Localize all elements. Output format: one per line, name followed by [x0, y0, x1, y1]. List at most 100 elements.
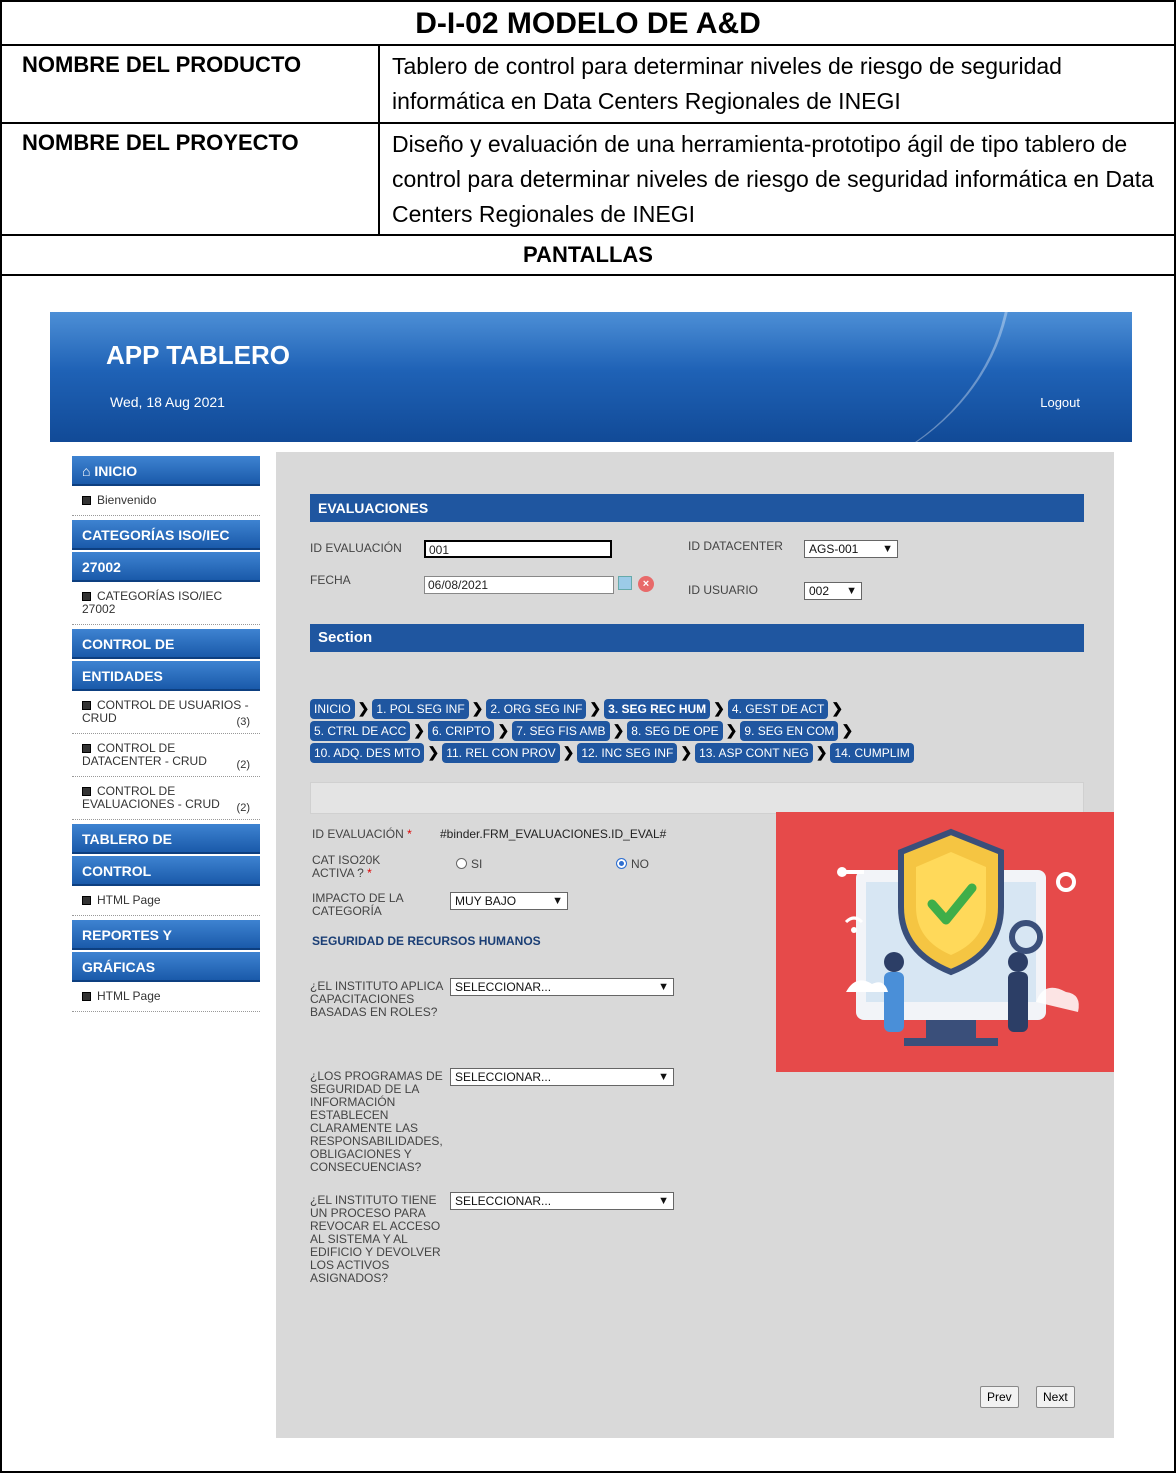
- bullet-icon: [82, 701, 91, 710]
- question-3-select[interactable]: SELECCIONAR... ▼: [450, 1192, 674, 1210]
- arrow-icon: ❯: [357, 700, 370, 716]
- bullet-icon: [82, 744, 91, 753]
- impacto-label: IMPACTO DE LA CATEGORÍA: [312, 891, 403, 918]
- bullet-icon: [82, 992, 91, 1001]
- sidebar-item-bienvenido[interactable]: Bienvenido: [72, 486, 260, 516]
- sidebar-item-datacenter[interactable]: CONTROL DE DATACENTER - CRUD (2): [72, 734, 260, 777]
- sidebar-item-label: CATEGORÍAS ISO/IEC 27002: [82, 589, 223, 616]
- arrow-icon: ❯: [497, 722, 510, 738]
- tab-inicio[interactable]: INICIO: [310, 699, 355, 719]
- bullet-icon: [82, 496, 91, 505]
- header-swoosh: [752, 312, 1012, 442]
- sidebar-head-inicio[interactable]: ⌂ INICIO: [72, 456, 260, 486]
- empty-message-bar: [310, 782, 1084, 814]
- chevron-down-icon: ▼: [846, 585, 857, 597]
- radio-checked-icon: [616, 858, 627, 869]
- question-2-select[interactable]: SELECCIONAR... ▼: [450, 1068, 674, 1086]
- sidebar-head-control-2[interactable]: ENTIDADES: [72, 661, 260, 691]
- tab-12[interactable]: 12. INC SEG INF: [577, 743, 678, 763]
- app-date: Wed, 18 Aug 2021: [110, 394, 225, 410]
- select-value: SELECCIONAR...: [455, 1070, 552, 1084]
- logout-link[interactable]: Logout: [1040, 395, 1080, 410]
- tab-6[interactable]: 6. CRIPTO: [427, 721, 495, 741]
- sidebar-head-tablero-2[interactable]: CONTROL: [72, 856, 260, 886]
- count-badge: (2): [236, 759, 250, 771]
- sidebar-item-usuarios[interactable]: CONTROL DE USUARIOS - CRUD (3): [72, 691, 260, 734]
- sidebar-head-tablero[interactable]: TABLERO DE: [72, 824, 260, 854]
- tab-5[interactable]: 5. CTRL DE ACC: [310, 721, 411, 741]
- project-key: NOMBRE DEL PROYECTO: [2, 124, 380, 234]
- radio-label: NO: [631, 857, 649, 871]
- screens-heading: PANTALLAS: [2, 236, 1174, 276]
- sidebar-head-label: INICIO: [94, 463, 138, 479]
- sidebar-item-label: HTML Page: [97, 893, 161, 907]
- sidebar-head-categorias-2[interactable]: 27002: [72, 552, 260, 582]
- arrow-icon: ❯: [413, 722, 425, 738]
- tab-3[interactable]: 3. SEG REC HUM: [604, 699, 711, 719]
- arrow-icon: ❯: [815, 744, 828, 760]
- product-key: NOMBRE DEL PRODUCTO: [2, 46, 380, 122]
- prev-button[interactable]: Prev: [980, 1386, 1019, 1408]
- sidebar-item-label: CONTROL DE EVALUACIONES - CRUD: [82, 784, 220, 811]
- arrow-icon: ❯: [680, 744, 693, 760]
- tab-13[interactable]: 13. ASP CONT NEG: [695, 743, 813, 763]
- app-title: APP TABLERO: [106, 340, 290, 370]
- arrow-icon: ❯: [713, 700, 725, 716]
- id-datacenter-label: ID DATACENTER: [688, 539, 783, 553]
- id-datacenter-select[interactable]: AGS-001 ▼: [804, 540, 898, 558]
- id-eval-label: ID EVALUACIÓN: [310, 541, 402, 555]
- id-eval2-value: #binder.FRM_EVALUACIONES.ID_EVAL#: [440, 827, 667, 841]
- chevron-down-icon: ▼: [552, 895, 563, 907]
- tab-4[interactable]: 4. GEST DE ACT: [727, 699, 829, 719]
- question-2-label: ¿LOS PROGRAMAS DE SEGURIDAD DE LA INFORM…: [310, 1069, 443, 1174]
- fecha-input[interactable]: 06/08/2021: [424, 576, 614, 594]
- question-3-label: ¿EL INSTITUTO TIENE UN PROCESO PARA REVO…: [310, 1193, 441, 1285]
- tab-7[interactable]: 7. SEG FIS AMB: [512, 721, 610, 741]
- arrow-icon: ❯: [589, 700, 602, 716]
- select-value: MUY BAJO: [455, 894, 517, 908]
- category-tabs: INICIO ❯ 1. POL SEG INF ❯ 2. ORG SEG INF ❯ 3. …: [310, 698, 1100, 764]
- tab-11[interactable]: 11. REL CON PROV: [442, 743, 560, 763]
- chevron-down-icon: ▼: [658, 1071, 669, 1083]
- select-value: AGS-001: [809, 542, 859, 556]
- bullet-icon: [82, 592, 91, 601]
- app-screenshot: APP TABLERO Wed, 18 Aug 2021 Logout ⌂ IN…: [50, 312, 1132, 1438]
- next-button[interactable]: Next: [1036, 1386, 1075, 1408]
- sidebar-head-reportes-2[interactable]: GRÁFICAS: [72, 952, 260, 982]
- tab-14[interactable]: 14. CUMPLIM: [830, 743, 914, 763]
- select-value: SELECCIONAR...: [455, 1194, 552, 1208]
- document-title: D-I-02 MODELO DE A&D: [2, 2, 1174, 46]
- calendar-icon[interactable]: [618, 576, 632, 590]
- section-title-section: Section: [310, 624, 1084, 652]
- fecha-label: FECHA: [310, 573, 351, 587]
- arrow-icon: ❯: [562, 744, 575, 760]
- tab-8[interactable]: 8. SEG DE OPE: [627, 721, 723, 741]
- tab-2[interactable]: 2. ORG SEG INF: [486, 699, 587, 719]
- project-row: NOMBRE DEL PROYECTO Diseño y evaluación …: [2, 124, 1174, 236]
- tab-9[interactable]: 9. SEG EN COM: [740, 721, 839, 741]
- sidebar-item-categorias[interactable]: CATEGORÍAS ISO/IEC 27002: [72, 582, 260, 625]
- tab-1[interactable]: 1. POL SEG INF: [372, 699, 469, 719]
- sidebar-item-evaluaciones[interactable]: CONTROL DE EVALUACIONES - CRUD (2): [72, 777, 260, 820]
- sidebar-head-control[interactable]: CONTROL DE: [72, 629, 260, 659]
- question-1-select[interactable]: SELECCIONAR... ▼: [450, 978, 674, 996]
- id-eval-input[interactable]: 001: [424, 540, 612, 558]
- radio-no[interactable]: NO: [616, 858, 649, 871]
- radio-icon: [456, 858, 467, 869]
- impacto-select[interactable]: MUY BAJO ▼: [450, 892, 568, 910]
- clear-icon[interactable]: ×: [638, 576, 654, 592]
- radio-si[interactable]: SI: [456, 858, 482, 871]
- section-title-evaluaciones: EVALUACIONES: [310, 494, 1084, 522]
- sidebar-item-reportes-page[interactable]: HTML Page: [72, 982, 260, 1012]
- chevron-down-icon: ▼: [658, 1195, 669, 1207]
- id-usuario-select[interactable]: 002 ▼: [804, 582, 862, 600]
- security-illustration: [776, 812, 1114, 1072]
- sidebar-head-categorias[interactable]: CATEGORÍAS ISO/IEC: [72, 520, 260, 550]
- sidebar-item-label: CONTROL DE DATACENTER - CRUD: [82, 741, 207, 768]
- arrow-icon: ❯: [471, 700, 484, 716]
- sidebar-item-tablero-page[interactable]: HTML Page: [72, 886, 260, 916]
- sidebar-head-reportes[interactable]: REPORTES Y: [72, 920, 260, 950]
- tab-10[interactable]: 10. ADQ. DES MTO: [310, 743, 425, 763]
- select-value: SELECCIONAR...: [455, 980, 552, 994]
- sidebar-item-label: CONTROL DE USUARIOS - CRUD: [82, 698, 249, 725]
